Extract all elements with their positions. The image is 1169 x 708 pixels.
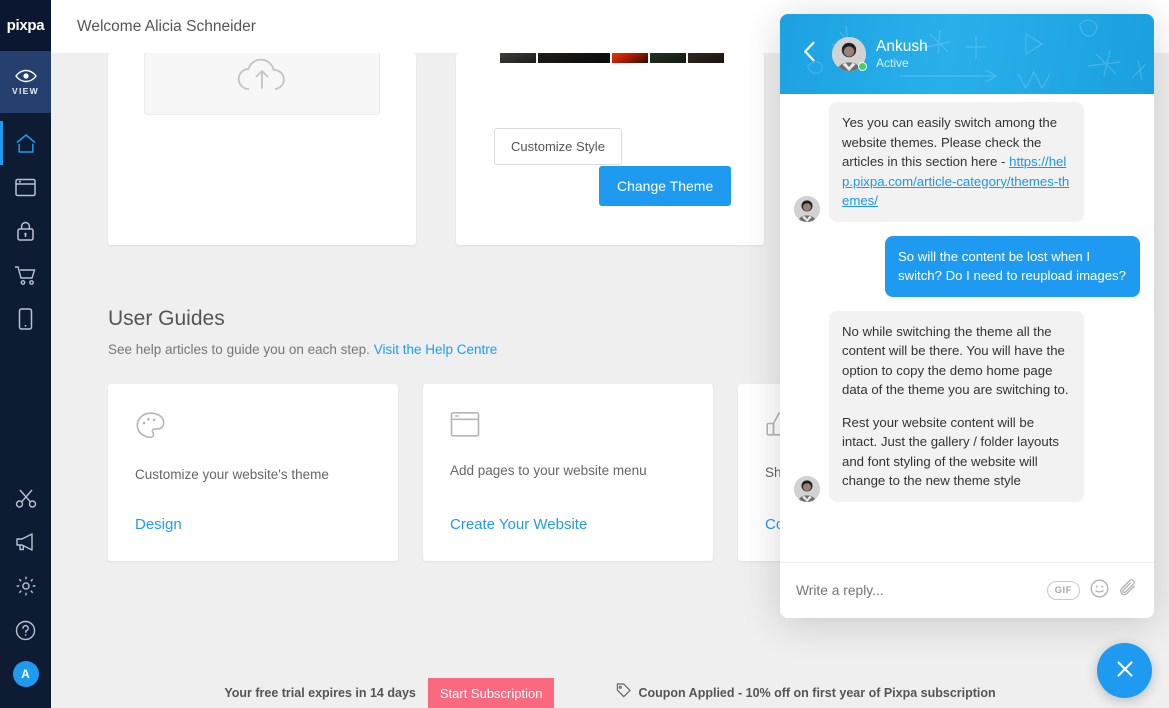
brand-logo[interactable]: pixpa (0, 0, 51, 51)
message-avatar (794, 475, 820, 502)
chat-bubble-outgoing: So will the content be lost when I switc… (885, 235, 1140, 297)
agent-status: Active (876, 56, 909, 71)
chat-panel: Ankush Active Yes you can easily switch … (780, 14, 1154, 618)
guide-card-pages[interactable]: Add pages to your website menu Create Yo… (423, 384, 713, 561)
app-root: pixpa VIEW A Welcome Alicia Schneider Cu… (0, 0, 1169, 708)
page-title: Welcome Alicia Schneider (77, 17, 256, 35)
user-guides-subtitle-text: See help articles to guide you on each s… (108, 342, 370, 357)
close-chat-button[interactable] (1097, 643, 1152, 698)
guide-card-design[interactable]: Customize your website's theme Design (108, 384, 398, 561)
chat-header: Ankush Active (780, 14, 1154, 94)
close-icon (1114, 658, 1136, 683)
guide-card-label: Add pages to your website menu (450, 463, 647, 478)
bottom-status-bar: Your free trial expires in 14 days Start… (51, 677, 1169, 708)
sidebar-item-pages[interactable] (0, 165, 51, 209)
guide-card-link[interactable]: Create Your Website (450, 516, 686, 533)
guide-card-link[interactable]: Design (135, 516, 371, 533)
coupon-text: Coupon Applied - 10% off on first year o… (638, 686, 996, 700)
thumbnail-cell (538, 53, 610, 63)
avatar: A (12, 661, 39, 687)
upload-card (108, 53, 416, 245)
megaphone-icon (14, 532, 37, 552)
smiley-icon[interactable] (1090, 579, 1109, 603)
change-theme-button[interactable]: Change Theme (599, 166, 732, 206)
agent-avatar (832, 37, 867, 71)
upload-dropzone[interactable] (144, 53, 380, 115)
message-paragraph: Rest your website content will be intact… (842, 414, 1059, 489)
avatar-initial: A (21, 667, 30, 681)
thumbnail-cell (500, 53, 536, 63)
thumbnail-cell (688, 53, 724, 63)
chat-message-row: So will the content be lost when I switc… (794, 235, 1140, 297)
cart-icon (14, 265, 37, 286)
chat-message-row: No while switching the theme all the con… (794, 310, 1140, 502)
chevron-left-icon (803, 41, 816, 67)
scissors-icon (15, 487, 37, 509)
customize-style-button[interactable]: Customize Style (494, 128, 622, 165)
sidebar-view-button[interactable]: VIEW (0, 51, 51, 113)
thumbnail-row (500, 53, 724, 63)
thumbnail-cell (612, 53, 648, 63)
visit-help-centre-link[interactable]: Visit the Help Centre (374, 342, 498, 357)
paperclip-icon[interactable] (1119, 578, 1138, 604)
person-photo (794, 195, 820, 222)
eye-icon (14, 69, 37, 83)
sidebar-item-mobile[interactable] (0, 297, 51, 341)
chat-bubble-incoming: Yes you can easily switch among the webs… (829, 102, 1084, 222)
gif-button[interactable]: GIF (1046, 581, 1080, 600)
message-paragraph: No while switching the theme all the con… (842, 323, 1069, 398)
chat-bubble-incoming: No while switching the theme all the con… (829, 310, 1084, 502)
window-icon (450, 411, 686, 443)
question-circle-icon (15, 620, 36, 641)
person-photo (794, 475, 820, 502)
trial-status-text: Your free trial expires in 14 days (224, 686, 416, 700)
message-avatar (794, 195, 820, 222)
chat-message-row: Yes you can easily switch among the webs… (794, 102, 1140, 222)
coupon-notice: Coupon Applied - 10% off on first year o… (616, 683, 996, 703)
online-status-dot (858, 62, 867, 71)
chat-composer: GIF (780, 562, 1154, 618)
chat-back-button[interactable] (796, 41, 822, 67)
sidebar: pixpa VIEW A (0, 0, 51, 708)
chat-message-list[interactable]: Yes you can easily switch among the webs… (780, 94, 1154, 562)
sidebar-item-design[interactable] (0, 476, 51, 520)
mobile-icon (18, 308, 33, 330)
home-icon (15, 133, 37, 154)
reply-input[interactable] (796, 583, 1037, 598)
sidebar-item-help[interactable] (0, 608, 51, 652)
sidebar-nav-bottom: A (0, 476, 51, 708)
sidebar-item-settings[interactable] (0, 564, 51, 608)
gear-icon (15, 575, 37, 597)
theme-preview-thumbnail[interactable] (498, 53, 726, 66)
sidebar-item-home[interactable] (0, 121, 51, 165)
lock-icon (16, 220, 35, 242)
sidebar-item-client-galleries[interactable] (0, 209, 51, 253)
window-icon (15, 178, 36, 197)
sidebar-nav (0, 113, 51, 341)
tag-icon (616, 683, 632, 703)
sidebar-item-store[interactable] (0, 253, 51, 297)
cloud-upload-icon (235, 57, 289, 102)
agent-identity: Ankush Active (876, 37, 928, 71)
palette-icon (135, 411, 371, 447)
theme-card: Customize Style Change Theme (456, 53, 764, 245)
agent-name: Ankush (876, 37, 928, 55)
guide-card-label: Customize your website's theme (135, 467, 329, 482)
thumbnail-cell (650, 53, 686, 63)
sidebar-view-label: VIEW (12, 85, 39, 96)
brand-label: pixpa (6, 17, 45, 34)
sidebar-item-account[interactable]: A (0, 652, 51, 696)
start-subscription-button[interactable]: Start Subscription (427, 677, 555, 708)
sidebar-item-marketing[interactable] (0, 520, 51, 564)
